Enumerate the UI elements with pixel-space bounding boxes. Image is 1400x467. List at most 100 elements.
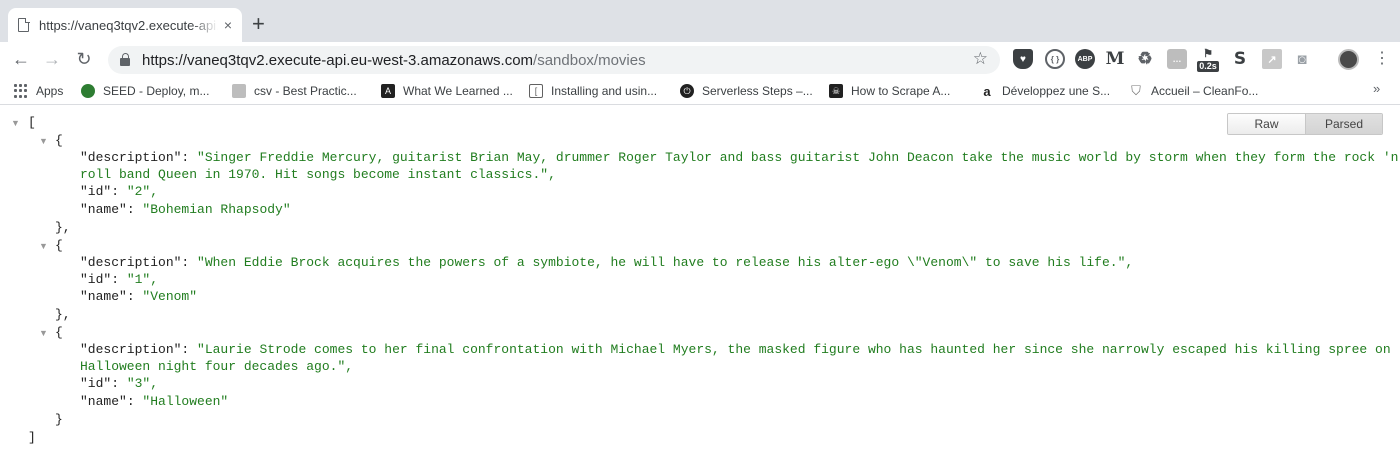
json-value: roll band Queen in 1970. Hit songs becom… [80,167,556,182]
bookmark-what-we-learned[interactable]: A What We Learned ... [381,82,513,100]
json-close-brace: }, [55,307,71,322]
m-extension-icon[interactable]: M [1105,49,1125,69]
url-host: https://vaneq3tqv2.execute-api.eu-west-3… [142,51,534,69]
tab-strip: https://vaneq3tqv2.execute-api.eu-west-3… [0,0,1400,42]
json-colon: : [181,255,198,270]
bookmark-csv[interactable]: csv - Best Practic... [232,82,357,100]
json-property: "id": "2", [80,183,158,200]
parsed-button[interactable]: Parsed [1305,114,1382,134]
json-close-bracket: ] [28,430,36,445]
view-toggle: Raw Parsed [1227,113,1383,135]
bookmarks-bar: Apps SEED - Deploy, m... csv - Best Prac… [0,77,1400,105]
json-key: "name" [80,289,127,304]
raw-button[interactable]: Raw [1228,114,1305,134]
bookmark-label: Développez une S... [1002,84,1111,98]
bookmark-label: Installing and usin... [551,84,658,98]
bookmark-label: SEED - Deploy, m... [103,84,210,98]
recycle-extension-icon[interactable]: ♻ [1135,49,1155,69]
bookmark-label: csv - Best Practic... [254,84,357,98]
json-property: "id": "3", [80,375,158,392]
json-key: "description" [80,255,182,270]
code-extension-icon[interactable]: { } [1045,49,1065,69]
json-colon: : [111,184,127,199]
json-close-brace: } [55,412,63,427]
json-open-brace: { [55,238,63,253]
bookmark-apps[interactable]: Apps [14,82,63,100]
json-value: "1", [126,272,159,287]
collapse-root-icon[interactable]: ▼ [11,118,20,128]
bookmark-label: What We Learned ... [403,84,513,98]
flag-icon: ⚑ [1203,48,1213,60]
lock-icon[interactable] [120,53,130,66]
json-open-bracket: [ [28,115,36,130]
bookmark-seed[interactable]: SEED - Deploy, m... [81,82,209,100]
bookmark-how-to-scrape[interactable]: ☠ How to Scrape A... [829,82,950,100]
json-value: "3", [126,376,159,391]
json-property-continued: roll band Queen in 1970. Hit songs becom… [80,166,556,183]
bookmark-label: Accueil – CleanFo... [1151,84,1259,98]
new-tab-button[interactable]: + [252,13,265,35]
json-colon: : [126,394,143,409]
collapse-item-icon[interactable]: ▼ [39,328,48,338]
bookmark-star-icon[interactable]: ☆ [973,49,988,69]
json-property: "id": "1", [80,271,158,288]
json-colon: : [111,272,127,287]
document-icon [18,17,30,32]
menu-icon[interactable]: ⋮ [1374,48,1390,70]
pocket-extension-icon[interactable]: ♥ [1013,49,1033,69]
json-key: "id" [80,272,112,287]
address-bar[interactable]: https://vaneq3tqv2.execute-api.eu-west-3… [108,46,1000,74]
json-colon: : [126,202,143,217]
timer-extension-icon[interactable]: ⚑ 0.2s [1195,45,1221,75]
collapse-item-icon[interactable]: ▼ [39,136,48,146]
json-viewer: Raw Parsed ▼ [ ▼ { "description": "Singe… [0,106,1400,467]
bookmark-developpez[interactable]: a Développez une S... [980,82,1110,100]
bookmark-label: How to Scrape A... [851,84,951,98]
json-colon: : [181,342,198,357]
json-open-brace: { [55,133,63,148]
json-key: "description" [80,150,182,165]
chart-extension-icon[interactable]: ↗ [1262,49,1282,69]
shield-icon: ⛉ [1129,83,1143,98]
url-text[interactable]: https://vaneq3tqv2.execute-api.eu-west-3… [142,52,646,69]
forward-button[interactable]: → [41,48,63,70]
s-extension-icon[interactable]: S [1230,49,1250,69]
more-bookmarks-icon[interactable]: » [1373,81,1380,96]
bookmark-label: Apps [36,84,64,98]
profile-avatar[interactable] [1338,49,1359,70]
close-tab-icon[interactable]: × [224,18,232,32]
apps-grid-icon [14,84,28,98]
json-value: "Halloween" [142,394,229,409]
reload-button[interactable]: ↻ [73,48,95,70]
json-value: "Singer Freddie Mercury, guitarist Brian… [197,150,1400,165]
json-colon: : [181,150,198,165]
camera-extension-icon[interactable]: ◙ [1292,49,1312,69]
json-key: "description" [80,342,182,357]
json-value: "2", [126,184,159,199]
json-property: "name": "Venom" [80,288,197,305]
skull-icon: ☠ [829,84,843,98]
power-icon: ⏻ [680,84,694,98]
json-colon: : [111,376,127,391]
stack-icon [232,84,246,98]
tab-title: https://vaneq3tqv2.execute-api.eu-west-3… [39,17,218,33]
amazon-icon: a [980,84,994,99]
json-property: "description": "Singer Freddie Mercury, … [80,149,1400,166]
bold-a-icon: A [381,84,395,98]
json-colon: : [126,289,143,304]
adblock-plus-icon[interactable]: ABP [1075,49,1095,69]
bookmark-cleanfox[interactable]: ⛉ Accueil – CleanFo... [1129,82,1258,100]
json-property: "name": "Halloween" [80,393,228,410]
json-value: "Bohemian Rhapsody" [142,202,291,217]
back-button[interactable]: ← [10,48,32,70]
json-property: "description": "Laurie Strode comes to h… [80,341,1391,358]
chat-extension-icon[interactable]: … [1167,49,1187,69]
collapse-item-icon[interactable]: ▼ [39,241,48,251]
bookmark-installing[interactable]: [ Installing and usin... [529,82,657,100]
bookmark-label: Serverless Steps –... [702,84,813,98]
json-key: "id" [80,376,112,391]
json-property: "name": "Bohemian Rhapsody" [80,201,291,218]
url-path: /sandbox/movies [533,51,646,69]
bookmark-serverless-steps[interactable]: ⏻ Serverless Steps –... [680,82,813,100]
browser-tab[interactable]: https://vaneq3tqv2.execute-api.eu-west-3… [8,8,242,42]
